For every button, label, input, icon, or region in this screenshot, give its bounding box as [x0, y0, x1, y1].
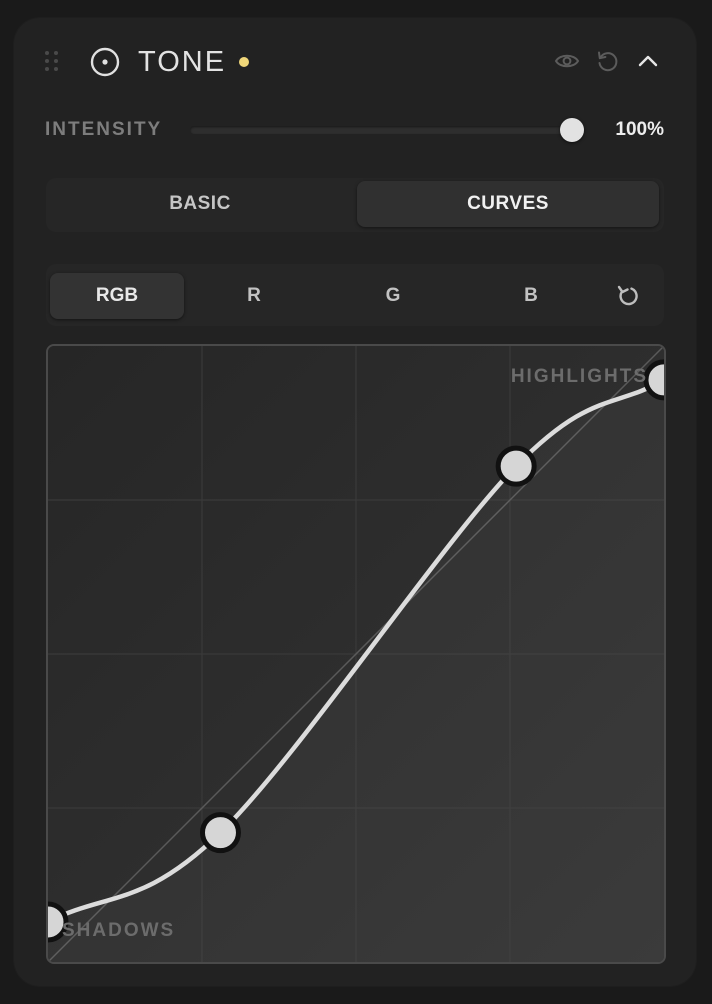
chevron-up-icon[interactable]	[635, 48, 661, 74]
tone-panel: TONE INTENSITY 100% BASIC CURVES RGB R G…	[14, 18, 696, 986]
eye-icon[interactable]	[554, 48, 580, 74]
reset-icon[interactable]	[595, 48, 621, 74]
highlights-label: HIGHLIGHTS	[510, 366, 648, 387]
intensity-slider[interactable]	[190, 118, 584, 142]
curve-control-point[interactable]	[643, 359, 664, 401]
curve-control-point[interactable]	[199, 812, 241, 854]
intensity-value: 100%	[615, 119, 664, 140]
drag-handle-icon[interactable]	[45, 51, 59, 73]
reset-curve-icon[interactable]	[614, 282, 642, 310]
channel-tabs: RGB R G B	[46, 264, 664, 326]
intensity-slider-thumb[interactable]	[560, 118, 584, 142]
curve-control-point[interactable]	[495, 445, 537, 487]
shadows-label: SHADOWS	[62, 920, 176, 941]
tone-circle-icon	[90, 47, 120, 77]
panel-title: TONE	[138, 46, 227, 78]
channel-tab-b[interactable]: B	[464, 273, 598, 319]
tab-curves[interactable]: CURVES	[357, 181, 659, 227]
curve-canvas[interactable]	[48, 346, 664, 962]
channel-tab-rgb[interactable]: RGB	[50, 273, 184, 319]
channel-tab-g[interactable]: G	[326, 273, 460, 319]
status-dot	[239, 57, 249, 67]
channel-tab-r[interactable]: R	[187, 273, 321, 319]
tab-basic[interactable]: BASIC	[49, 181, 351, 227]
intensity-label: INTENSITY	[45, 119, 163, 140]
mode-toggle: BASIC CURVES	[46, 178, 664, 232]
curve-editor[interactable]: HIGHLIGHTS SHADOWS	[46, 344, 666, 964]
